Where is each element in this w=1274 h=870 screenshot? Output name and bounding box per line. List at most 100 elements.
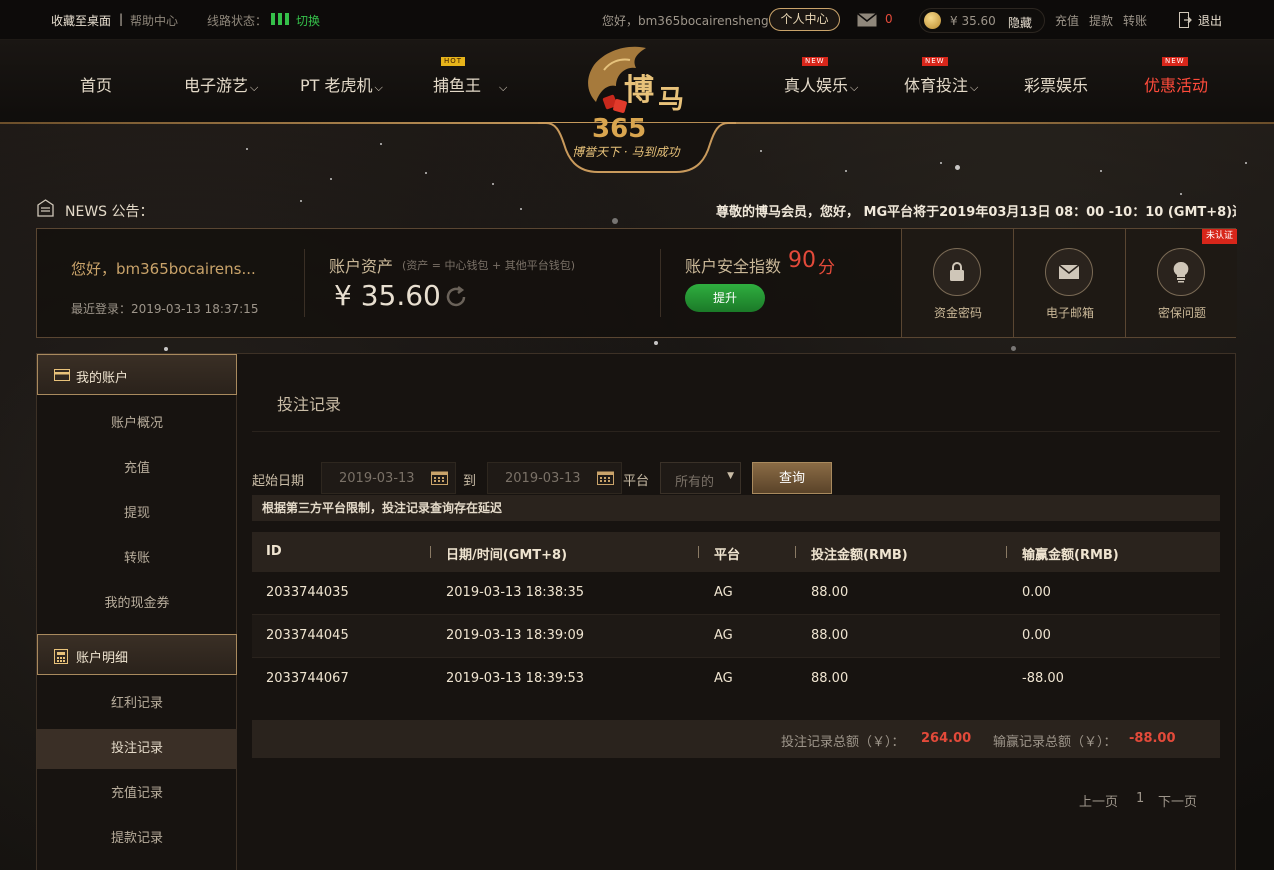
next-page-link[interactable]: 下一页 [1158,791,1197,810]
logo-slogan: 博誉天下 · 马到成功 [572,145,680,159]
lock-icon [933,248,981,296]
personal-center-button[interactable]: 个人中心 [769,8,840,31]
cell-win: 0.00 [1022,585,1051,600]
chevron-down-icon: ⌵ [970,81,979,94]
assets-title: 账户资产 [329,257,394,276]
nav-slots[interactable]: 电子游艺 ⌵ [184,72,258,96]
help-center-link[interactable]: 帮助中心 [130,12,178,29]
assets-value: ¥ 35.60 [334,279,441,312]
sidebar-item-coupons[interactable]: 我的现金券 [37,584,237,624]
svg-text:马: 马 [658,85,684,115]
column-header-id: ID [266,544,282,559]
sidebar-item-withdraw-records[interactable]: 提款记录 [37,819,237,859]
platform-label: 平台 [623,474,650,489]
mail-count: 0 [885,12,893,26]
chevron-down-icon: ⌵ [850,81,859,94]
withdraw-link[interactable]: 提款 [1089,12,1113,29]
sidebar-item-overview[interactable]: 账户概况 [37,404,237,444]
sidebar: 我的账户 账户概况 充值 提现 转账 我的现金券 账户明细 红利记录 投注记录 … [37,354,237,870]
top-bar: 收藏至桌面 | 帮助中心 线路状态： 切换 您好，bm365bocairensh… [0,0,1274,40]
start-date-input[interactable]: 2019-03-13 [321,462,456,494]
page-title: 投注记录 [277,395,342,414]
nav-slots-label: 电子游艺 [184,76,249,95]
email-card[interactable]: 电子邮箱 [1013,229,1125,337]
column-header-platform: 平台 [714,548,741,563]
end-date-input[interactable]: 2019-03-13 [487,462,622,494]
account-greeting: 您好，bm365bocairens... [71,260,256,278]
cell-time: 2019-03-13 18:39:53 [446,671,585,686]
calculator-icon [54,649,68,664]
security-question-card[interactable]: 密保问题 未认证 [1125,229,1237,337]
query-button[interactable]: 查询 [752,462,832,494]
hot-badge: HOT [441,57,466,66]
security-index-title: 账户安全指数 [685,257,782,276]
separator: | [119,12,124,26]
refresh-icon[interactable] [444,285,468,309]
nav-lottery[interactable]: 彩票娱乐 [1024,72,1088,96]
sidebar-item-bonus-records[interactable]: 红利记录 [37,684,237,724]
line-status-label: 线路状态： [207,14,268,28]
cell-id: 2033744067 [266,671,349,686]
nav-promotions[interactable]: 优惠活动 [1144,72,1208,96]
divider [304,249,305,317]
deposit-link[interactable]: 充值 [1055,12,1079,29]
nav-live-casino[interactable]: 真人娱乐 ⌵ [784,72,858,96]
hide-balance-button[interactable]: 隐藏 [1008,14,1032,31]
win-total-value: -88.00 [1129,731,1176,746]
cell-time: 2019-03-13 18:38:35 [446,585,585,600]
account-summary-panel: 您好，bm365bocairens... 最近登录：2019-03-13 18:… [36,228,1237,338]
assets-subtitle: (资产 = 中心钱包 + 其他平台钱包) [402,259,576,272]
nav-fishing[interactable]: 捕鱼王 ⌵ [433,72,507,96]
user-greeting: 您好，bm365bocairensheng [602,14,769,28]
fund-password-label: 资金密码 [933,306,982,320]
mail-icon[interactable] [857,13,877,27]
column-header-time: 日期/时间(GMT+8) [446,548,568,563]
add-to-desktop-link[interactable]: 收藏至桌面 [51,12,111,29]
sidebar-section-my-account[interactable]: 我的账户 [37,354,237,395]
logout-icon[interactable] [1179,12,1192,28]
divider [660,249,661,317]
column-separator [795,546,796,558]
sidebar-item-transfer[interactable]: 转账 [37,539,237,579]
nav-live-label: 真人娱乐 [784,76,849,95]
cell-platform: AG [714,628,733,643]
unverified-badge: 未认证 [1201,229,1237,244]
platform-select[interactable]: 所有的 ▼ [660,462,741,494]
sidebar-section-label: 账户明细 [76,651,129,666]
win-total-label: 输赢记录总额（￥）： [993,735,1117,750]
announcement-icon [37,199,54,217]
calendar-icon [597,471,614,485]
dropdown-arrow-icon: ▼ [727,471,734,481]
calendar-icon [431,471,448,485]
sidebar-item-deposit-records[interactable]: 充值记录 [37,774,237,814]
prev-page-link[interactable]: 上一页 [1079,791,1118,810]
bet-total-label: 投注记录总额（￥）： [781,735,905,750]
sidebar-item-withdraw[interactable]: 提现 [37,494,237,534]
fund-password-card[interactable]: 资金密码 [901,229,1013,337]
envelope-icon [1045,248,1093,296]
transfer-link[interactable]: 转账 [1123,12,1147,29]
signal-bars-icon [271,13,289,25]
nav-pt-slots[interactable]: PT 老虎机 ⌵ [300,72,383,96]
wallet-amount: ¥ 35.60 [950,14,996,28]
chevron-down-icon: ⌵ [374,81,383,94]
switch-line-link[interactable]: 切换 [296,12,320,29]
chevron-down-icon: ⌵ [499,81,508,94]
column-header-bet-amount: 投注金额(RMB) [811,548,908,563]
upgrade-button[interactable]: 提升 [685,284,765,312]
email-label: 电子邮箱 [1045,306,1094,320]
nav-home[interactable]: 首页 [80,72,112,96]
column-header-win-amount: 输赢金额(RMB) [1022,548,1119,563]
svg-text:博: 博 [624,73,654,108]
page-number[interactable]: 1 [1136,791,1144,806]
nav-sports-label: 体育投注 [904,76,969,95]
sidebar-section-account-details[interactable]: 账户明细 [37,634,237,675]
nav-sports[interactable]: 体育投注 ⌵ [904,72,978,96]
logout-link[interactable]: 退出 [1198,12,1222,29]
sidebar-item-deposit[interactable]: 充值 [37,449,237,489]
news-ticker[interactable]: 尊敬的博马会员，您好， MG平台将于2019年03月13日 08：00 -10：… [716,201,1236,220]
totals-bar: 投注记录总额（￥）： 264.00 输赢记录总额（￥）： -88.00 [252,720,1220,758]
new-badge: NEW [802,57,828,66]
sidebar-item-bet-records[interactable]: 投注记录 [37,729,237,769]
cell-bet: 88.00 [811,671,849,686]
